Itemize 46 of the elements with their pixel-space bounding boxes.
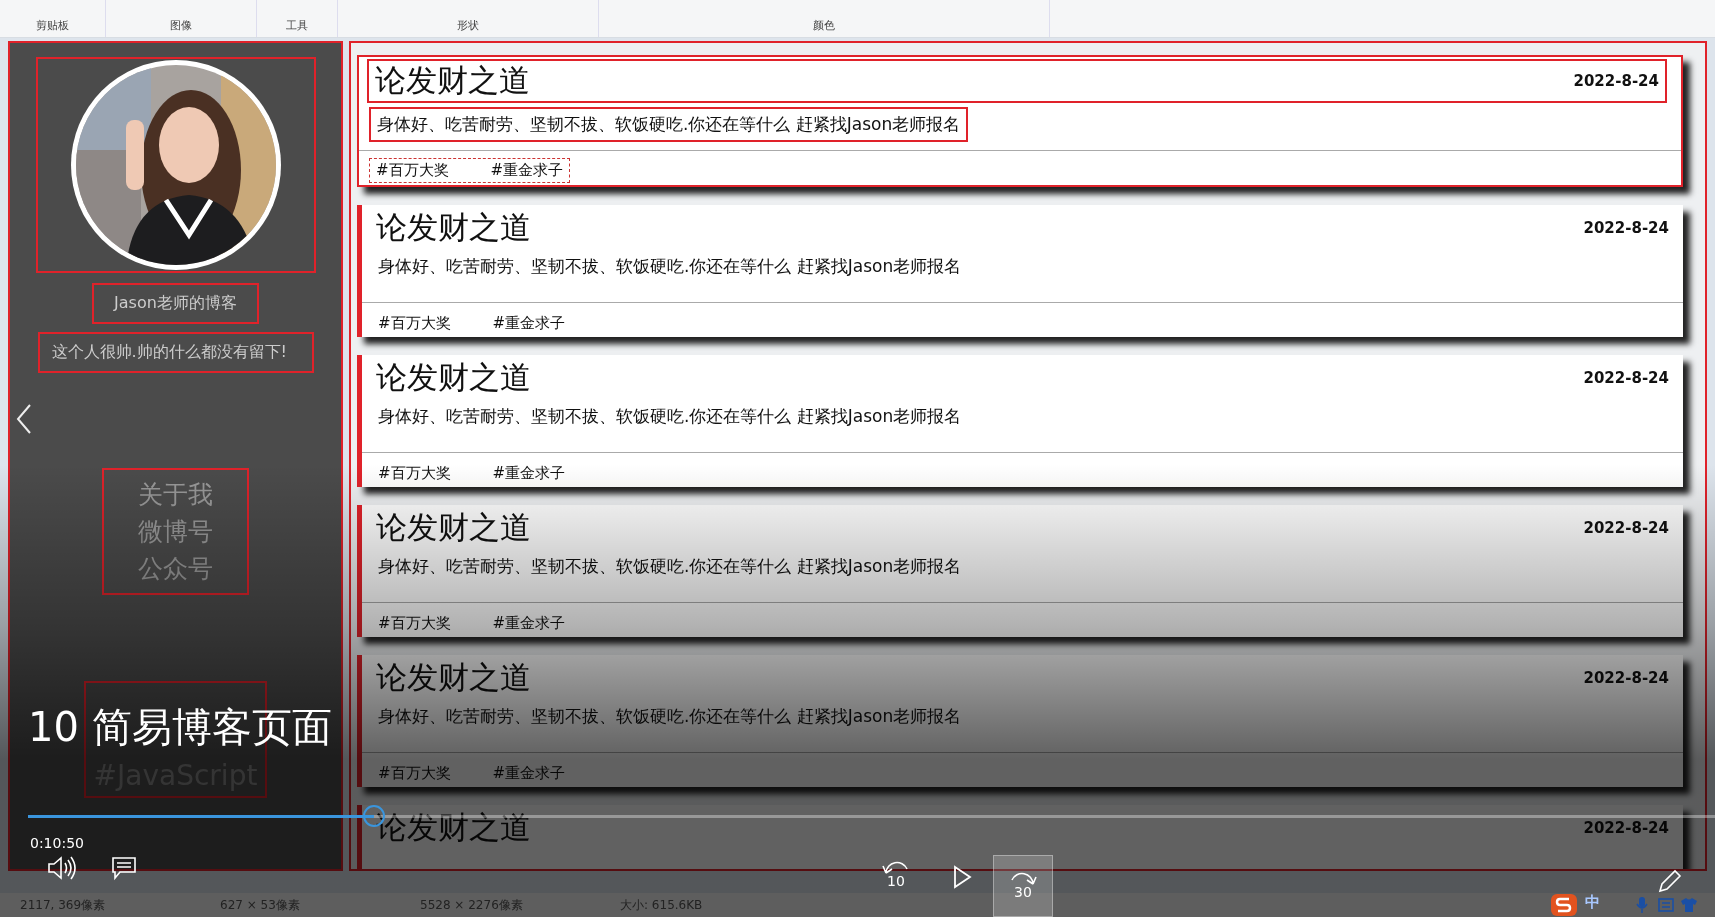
blog-bio: 这个人很帅.帅的什么都没有留下! [37,332,314,373]
pencil-icon[interactable] [1657,868,1683,894]
ribbon-group-label: 工具 [286,18,308,33]
post-date: 2022-8-24 [1583,219,1669,237]
play-icon[interactable] [952,865,972,889]
video-time: 0:10:50 [30,835,84,851]
volume-icon[interactable] [46,855,76,881]
status-text: 大小: 615.6KB [619,896,704,914]
status-text: 5528 × 2276像素 [419,896,524,914]
post-title[interactable]: 论发财之道 [376,507,531,549]
post-summary: 身体好、吃苦耐劳、坚韧不拔、软饭硬吃.你还在等什么 赶紧找Jason老师报名 [377,555,963,578]
subtitles-icon[interactable] [111,855,137,881]
blog-name: Jason老师的博客 [92,283,259,324]
ribbon-group-label: 形状 [457,18,479,33]
post-title[interactable]: 论发财之道 [376,357,531,399]
post-date: 2022-8-24 [1583,819,1669,837]
chevron-left-icon[interactable] [16,403,32,435]
ime-mode[interactable]: 中 [1585,893,1600,912]
post-date: 2022-8-24 [1583,519,1669,537]
post-tag[interactable]: #重金求子 [492,464,566,483]
post-tag[interactable]: #重金求子 [492,314,566,333]
post-title[interactable]: 论发财之道 [376,207,531,249]
post-date: 2022-8-24 [1573,72,1659,90]
post-tag[interactable]: #重金求子 [490,161,564,180]
post-date: 2022-8-24 [1583,669,1669,687]
post-date: 2022-8-24 [1583,369,1669,387]
post-tag[interactable]: #百万大奖 [376,161,449,180]
post-title[interactable]: 论发财之道 [375,60,530,102]
rewind-button[interactable]: 10 [876,855,916,895]
ribbon-group-label: 颜色 [813,18,835,33]
post-tag[interactable]: #百万大奖 [378,614,451,633]
forward-button[interactable]: 30 [993,855,1053,917]
post-summary: 身体好、吃苦耐劳、坚韧不拔、软饭硬吃.你还在等什么 赶紧找Jason老师报名 [377,405,963,428]
post-title[interactable]: 论发财之道 [376,657,531,699]
ribbon-group-label: 图像 [170,18,192,33]
video-title: 10 简易博客页面 [28,703,332,752]
input-method-icon[interactable] [1550,893,1578,917]
ribbon-group-label: 剪贴板 [36,18,69,33]
post-tag[interactable]: #百万大奖 [378,314,451,333]
post-summary: 身体好、吃苦耐劳、坚韧不拔、软饭硬吃.你还在等什么 赶紧找Jason老师报名 [377,255,963,278]
post-tag[interactable]: #百万大奖 [378,464,451,483]
post-summary: 身体好、吃苦耐劳、坚韧不拔、软饭硬吃.你还在等什么 赶紧找Jason老师报名 [377,705,963,728]
post-tag[interactable]: #重金求子 [492,614,566,633]
post-summary: 身体好、吃苦耐劳、坚韧不拔、软饭硬吃.你还在等什么 赶紧找Jason老师报名 [369,107,969,142]
status-text: 2117, 369像素 [19,896,107,914]
status-text: 627 × 53像素 [219,896,301,914]
